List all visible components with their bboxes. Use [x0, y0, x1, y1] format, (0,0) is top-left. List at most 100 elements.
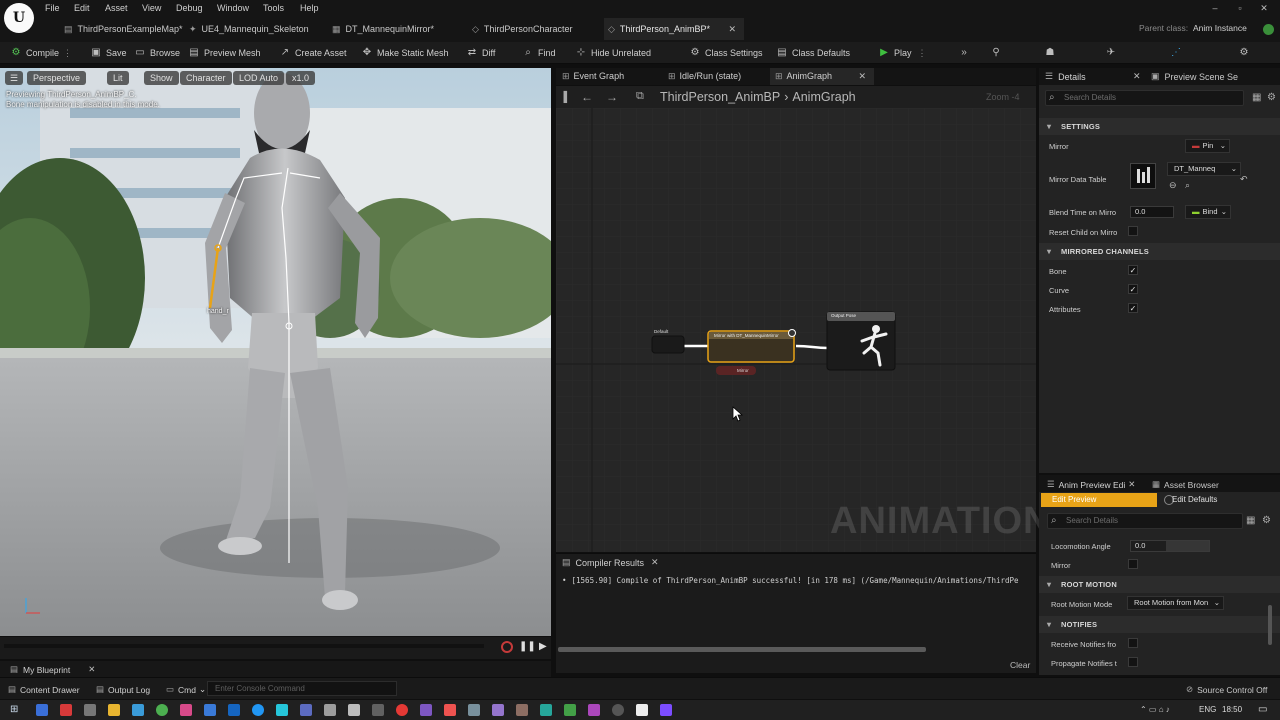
- curve-checkbox[interactable]: ✓: [1128, 284, 1138, 294]
- close-icon[interactable]: ✕: [88, 664, 95, 675]
- taskbar-app-icon[interactable]: [396, 704, 408, 716]
- taskbar-app-icon[interactable]: [372, 704, 384, 716]
- close-window-icon[interactable]: ✕: [1259, 3, 1269, 13]
- start-icon[interactable]: ⊞: [10, 704, 22, 716]
- node-mirror-title[interactable]: Mirror with DT_MannequinMirror: [714, 333, 794, 338]
- cmd-button[interactable]: ▭ Cmd ⌄: [166, 684, 206, 695]
- close-icon[interactable]: ✕: [651, 557, 659, 568]
- save-button[interactable]: ▣ Save: [90, 46, 126, 60]
- taskbar-app-icon[interactable]: [612, 704, 624, 716]
- taskbar-app-icon[interactable]: [228, 704, 240, 716]
- hide-unrelated-button[interactable]: ⊹ Hide Unrelated: [575, 46, 651, 60]
- details-search-input[interactable]: Search Details: [1045, 90, 1244, 106]
- anim-preview-tab[interactable]: ☰ Anim Preview Edi ✕: [1047, 479, 1135, 490]
- show-button[interactable]: Show: [144, 71, 179, 85]
- record-icon[interactable]: [501, 641, 513, 653]
- taskbar-app-icon[interactable]: [348, 704, 360, 716]
- table-view-icon[interactable]: ▦: [1252, 92, 1261, 103]
- content-drawer-button[interactable]: ▤ Content Drawer: [8, 684, 80, 695]
- root-motion-mode-dropdown[interactable]: Root Motion from Mon ⌄: [1127, 596, 1224, 610]
- maximize-icon[interactable]: ▫: [1235, 3, 1245, 13]
- menu-edit[interactable]: Edit: [74, 2, 90, 15]
- edit-defaults-button[interactable]: Edit Defaults: [1172, 493, 1217, 507]
- viewport-menu-icon[interactable]: ☰: [5, 71, 23, 85]
- forward-arrow-icon[interactable]: →: [606, 90, 618, 104]
- root-motion-section[interactable]: ROOT MOTION: [1039, 576, 1280, 593]
- notifications-icon[interactable]: ▭: [1258, 704, 1267, 715]
- taskbar-app-icon[interactable]: [588, 704, 600, 716]
- preview-viewport[interactable]: [0, 68, 551, 636]
- lod-button[interactable]: LOD Auto: [233, 71, 285, 85]
- taskbar-app-icon[interactable]: [516, 704, 528, 716]
- menu-tools[interactable]: Tools: [263, 2, 284, 15]
- menu-view[interactable]: View: [142, 2, 161, 15]
- anim-graph-canvas[interactable]: [556, 108, 1036, 552]
- more-tools-icon[interactable]: »: [958, 46, 974, 60]
- make-static-mesh-button[interactable]: ✥ Make Static Mesh: [361, 46, 449, 60]
- reset-child-checkbox[interactable]: [1128, 226, 1138, 236]
- taskbar-app-icon[interactable]: [492, 704, 504, 716]
- console-command-input[interactable]: Enter Console Command: [207, 681, 397, 696]
- receive-notifies-checkbox[interactable]: [1128, 638, 1138, 648]
- bone-checkbox[interactable]: ✓: [1128, 265, 1138, 275]
- language-indicator[interactable]: ENG: [1199, 705, 1216, 714]
- tab-animgraph[interactable]: ⊞ AnimGraph ✕: [770, 68, 874, 85]
- unreal-taskbar-icon[interactable]: [636, 704, 648, 716]
- pause-icon[interactable]: ❚❚: [519, 641, 536, 652]
- tab-mirror-table[interactable]: ▦ DT_MannequinMirror*: [328, 18, 458, 40]
- tab-character[interactable]: ◇ ThirdPersonCharacter: [468, 18, 598, 40]
- create-asset-button[interactable]: ↗ Create Asset: [279, 46, 347, 60]
- taskbar-app-icon[interactable]: [36, 704, 48, 716]
- my-blueprint-tab[interactable]: ▤ My Blueprint ✕: [10, 664, 95, 675]
- taskbar-app-icon[interactable]: [564, 704, 576, 716]
- close-icon[interactable]: ✕: [1128, 479, 1135, 490]
- settings-gear-icon[interactable]: ⚙: [1262, 515, 1271, 526]
- edit-preview-button[interactable]: Edit Preview: [1041, 493, 1157, 507]
- node-default-label[interactable]: Default: [654, 329, 668, 334]
- compiler-scrollbar[interactable]: [558, 647, 926, 652]
- close-icon[interactable]: ✕: [1133, 71, 1141, 82]
- source-control-button[interactable]: ⊘ Source Control Off: [1186, 684, 1267, 695]
- mirror-table-thumbnail[interactable]: [1130, 163, 1156, 189]
- preview-scrollbar[interactable]: [1268, 605, 1272, 645]
- taskbar-app-icon[interactable]: [468, 704, 480, 716]
- mirrored-channels-section[interactable]: MIRRORED CHANNELS: [1039, 243, 1280, 260]
- preview-mesh-button[interactable]: ▤ Preview Mesh: [188, 46, 260, 60]
- node-mirror-pin[interactable]: Mirror: [737, 368, 749, 373]
- tab-skeleton[interactable]: ✦ UE4_Mannequin_Skeleton: [185, 18, 315, 40]
- preview-scene-tab[interactable]: ▣ Preview Scene Se: [1151, 71, 1238, 82]
- skeleton-mode-icon[interactable]: ⚲: [990, 46, 1006, 60]
- asset-browser-tab[interactable]: ▦ Asset Browser: [1152, 479, 1219, 490]
- close-icon[interactable]: ✕: [858, 68, 866, 85]
- menu-help[interactable]: Help: [300, 2, 319, 15]
- compile-button[interactable]: ⚙ Compile ⋮: [10, 46, 73, 60]
- browse-button[interactable]: ▭ Browse: [134, 46, 180, 60]
- taskbar-app-icon[interactable]: [156, 704, 168, 716]
- graph-pin-icon[interactable]: ▐: [560, 92, 567, 103]
- menu-debug[interactable]: Debug: [176, 2, 203, 15]
- physics-mode-icon[interactable]: ⚙: [1238, 46, 1254, 60]
- clear-button[interactable]: Clear: [1010, 660, 1030, 670]
- locomotion-angle-slider[interactable]: 0.0: [1130, 540, 1210, 552]
- blueprint-mode-icon[interactable]: ⋰: [1170, 46, 1186, 60]
- minimize-icon[interactable]: –: [1210, 3, 1220, 13]
- lit-button[interactable]: Lit: [107, 71, 129, 85]
- taskbar-app-icon[interactable]: [108, 704, 120, 716]
- taskbar-app-icon[interactable]: [324, 704, 336, 716]
- taskbar-app-icon[interactable]: [180, 704, 192, 716]
- timeline-track[interactable]: [4, 644, 484, 648]
- animation-mode-icon[interactable]: ✈: [1105, 46, 1121, 60]
- details-tab[interactable]: ☰ Details ✕: [1045, 71, 1141, 82]
- settings-section[interactable]: SETTINGS: [1039, 118, 1280, 135]
- taskbar-app-icon[interactable]: [84, 704, 96, 716]
- mirror-table-dropdown[interactable]: DT_Manneq ⌄: [1167, 162, 1241, 176]
- taskbar-app-icon[interactable]: [420, 704, 432, 716]
- close-icon[interactable]: ✕: [728, 18, 736, 40]
- step-forward-icon[interactable]: ▶: [539, 641, 547, 652]
- taskbar-app-icon[interactable]: [252, 704, 264, 716]
- menu-asset[interactable]: Asset: [105, 2, 128, 15]
- compiler-results-tab[interactable]: ▤ Compiler Results ✕: [562, 557, 659, 568]
- settings-gear-icon[interactable]: ⚙: [1267, 92, 1276, 103]
- play-button[interactable]: ▶ Play ⋮: [878, 46, 926, 60]
- browse-asset-icon[interactable]: ⌕: [1185, 180, 1190, 191]
